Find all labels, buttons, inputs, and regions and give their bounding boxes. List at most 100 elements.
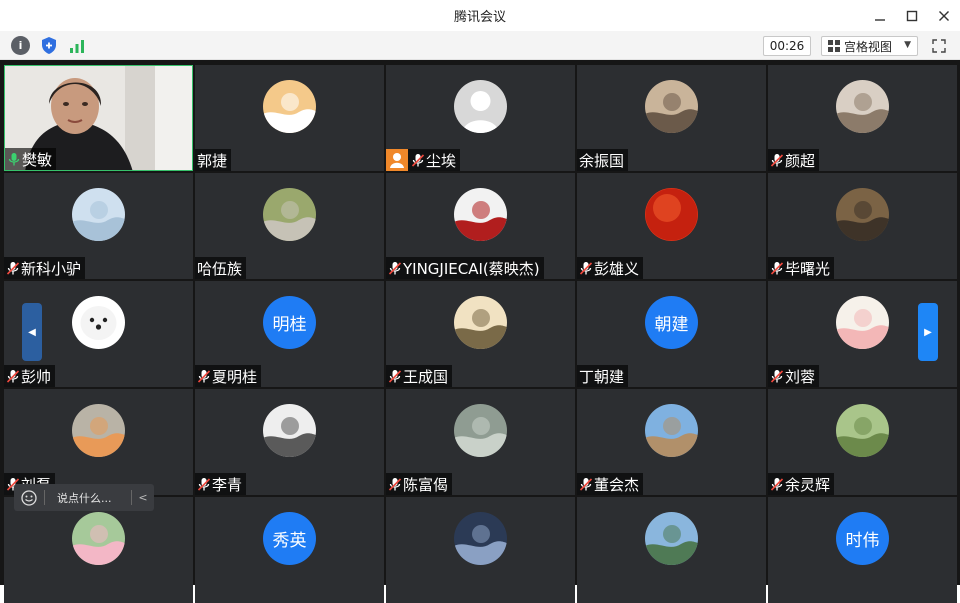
meeting-timer: 00:26 xyxy=(763,36,811,56)
close-icon[interactable] xyxy=(928,0,960,31)
trees-avatar xyxy=(836,404,889,457)
participant-name: 樊敏 xyxy=(22,150,53,169)
participant-name-tag: 哈伍族 xyxy=(195,257,247,279)
participant-tile[interactable]: 时伟 xyxy=(768,497,957,603)
participant-tile[interactable]: 彭雄义 xyxy=(577,173,766,279)
view-mode-dropdown[interactable]: 宫格视图 ▼ xyxy=(821,36,918,56)
participant-tile[interactable]: 哈伍族 xyxy=(195,173,384,279)
chevron-down-icon: ▼ xyxy=(904,40,911,50)
participant-name: 丁朝建 xyxy=(579,367,625,386)
heart-flowers-avatar xyxy=(72,512,125,565)
avatar: 时伟 xyxy=(836,512,889,565)
participant-name: 新科小驴 xyxy=(21,259,82,278)
participant-name-tag: 李青 xyxy=(195,473,247,495)
baby-car-avatar xyxy=(454,512,507,565)
network-signal-icon[interactable] xyxy=(67,36,86,55)
participant-name: 尘埃 xyxy=(426,151,457,170)
microphone-muted-icon xyxy=(197,477,211,492)
microphone-on-icon xyxy=(7,152,21,167)
participant-tile[interactable]: 颜超 xyxy=(768,65,957,171)
grid-view-icon xyxy=(828,40,840,52)
fullscreen-icon[interactable] xyxy=(929,36,949,56)
beach-avatar xyxy=(645,404,698,457)
emoji-icon[interactable] xyxy=(14,484,44,511)
participant-name: 颜超 xyxy=(785,151,816,170)
window-controls xyxy=(864,0,960,31)
participant-tile[interactable]: 朝建 丁朝建 xyxy=(577,281,766,387)
participant-tile[interactable]: 新科小驴 xyxy=(4,173,193,279)
river-rocks-avatar xyxy=(454,404,507,457)
prev-page-button[interactable]: ◀ xyxy=(22,303,42,361)
baby-photo-avatar xyxy=(836,80,889,133)
mountain-lake-avatar xyxy=(645,512,698,565)
participant-name-tag: 毕曙光 xyxy=(768,257,835,279)
participant-name-tag: 余灵辉 xyxy=(768,473,835,495)
minimize-icon[interactable] xyxy=(864,0,896,31)
view-mode-label: 宫格视图 xyxy=(844,39,893,54)
participant-name-tag: 夏明桂 xyxy=(195,365,262,387)
participant-tile[interactable] xyxy=(577,497,766,603)
chat-placeholder[interactable]: 说点什么... xyxy=(45,490,131,506)
participant-name-tag: YINGJIECAI(蔡映杰) xyxy=(386,257,544,279)
avatar: 秀英 xyxy=(263,512,316,565)
participant-name-tag: 尘埃 xyxy=(386,149,461,171)
calligraphy-avatar xyxy=(454,296,507,349)
participant-tile[interactable] xyxy=(386,497,575,603)
participant-name: 彭帅 xyxy=(21,367,52,386)
next-page-button[interactable]: ▶ xyxy=(918,303,938,361)
participant-name-tag: 陈富偈 xyxy=(386,473,453,495)
participant-tile[interactable]: 王成国 xyxy=(386,281,575,387)
maximize-icon[interactable] xyxy=(896,0,928,31)
anime-avatar xyxy=(72,188,125,241)
participant-name: 彭雄义 xyxy=(594,259,640,278)
microphone-muted-icon xyxy=(770,369,784,384)
participant-name-tag: 王成国 xyxy=(386,365,453,387)
participant-tile[interactable]: 樊敏 xyxy=(4,65,193,171)
participant-name: 哈伍族 xyxy=(197,259,243,278)
participant-tile[interactable]: 董会杰 xyxy=(577,389,766,495)
participant-name: 郭捷 xyxy=(197,151,228,170)
participant-name: 刘蓉 xyxy=(785,367,816,386)
participant-tile[interactable]: 秀英 xyxy=(195,497,384,603)
participant-name-tag: 郭捷 xyxy=(195,149,232,171)
microphone-muted-icon xyxy=(6,261,20,276)
title-bar: 腾讯会议 xyxy=(0,0,960,31)
microphone-muted-icon xyxy=(770,261,784,276)
microphone-muted-icon xyxy=(770,477,784,492)
participant-tile[interactable]: 陈富偈 xyxy=(386,389,575,495)
participant-tile[interactable]: YINGJIECAI(蔡映杰) xyxy=(386,173,575,279)
microphone-muted-icon xyxy=(6,369,20,384)
participant-tile[interactable]: 余振国 xyxy=(577,65,766,171)
default-avatar xyxy=(454,80,507,133)
participant-name-tag: 颜超 xyxy=(768,149,820,171)
participant-name-tag: 彭雄义 xyxy=(577,257,644,279)
chat-input-bar[interactable]: 说点什么... < xyxy=(14,484,154,511)
participant-name: 余灵辉 xyxy=(785,475,831,494)
old-man-cartoon-avatar xyxy=(454,188,507,241)
participant-name-tag: 新科小驴 xyxy=(4,257,86,279)
participant-name: 夏明桂 xyxy=(212,367,258,386)
participant-tile[interactable]: 刘磊 xyxy=(4,389,193,495)
info-icon[interactable]: i xyxy=(11,36,30,55)
business-woman-avatar xyxy=(263,404,316,457)
participant-tile[interactable]: 余灵辉 xyxy=(768,389,957,495)
participant-tile[interactable]: 明桂 夏明桂 xyxy=(195,281,384,387)
participant-name: 王成国 xyxy=(403,367,449,386)
microphone-muted-icon xyxy=(579,261,593,276)
chevron-left-icon[interactable]: < xyxy=(132,491,154,504)
microphone-muted-icon xyxy=(411,153,425,168)
participant-tile[interactable]: 郭捷 xyxy=(195,65,384,171)
participant-tile[interactable]: 毕曙光 xyxy=(768,173,957,279)
microphone-muted-icon xyxy=(579,477,593,492)
photo-wall-avatar xyxy=(645,80,698,133)
participant-tile[interactable]: 尘埃 xyxy=(386,65,575,171)
participant-name: 李青 xyxy=(212,475,243,494)
microphone-muted-icon xyxy=(388,369,402,384)
white-dog-avatar xyxy=(72,296,125,349)
participant-name: YINGJIECAI(蔡映杰) xyxy=(403,259,540,278)
security-shield-icon[interactable] xyxy=(39,36,58,55)
host-user-icon xyxy=(386,149,408,171)
participant-tile[interactable] xyxy=(4,497,193,603)
sunset-avatar xyxy=(72,404,125,457)
participant-tile[interactable]: 李青 xyxy=(195,389,384,495)
